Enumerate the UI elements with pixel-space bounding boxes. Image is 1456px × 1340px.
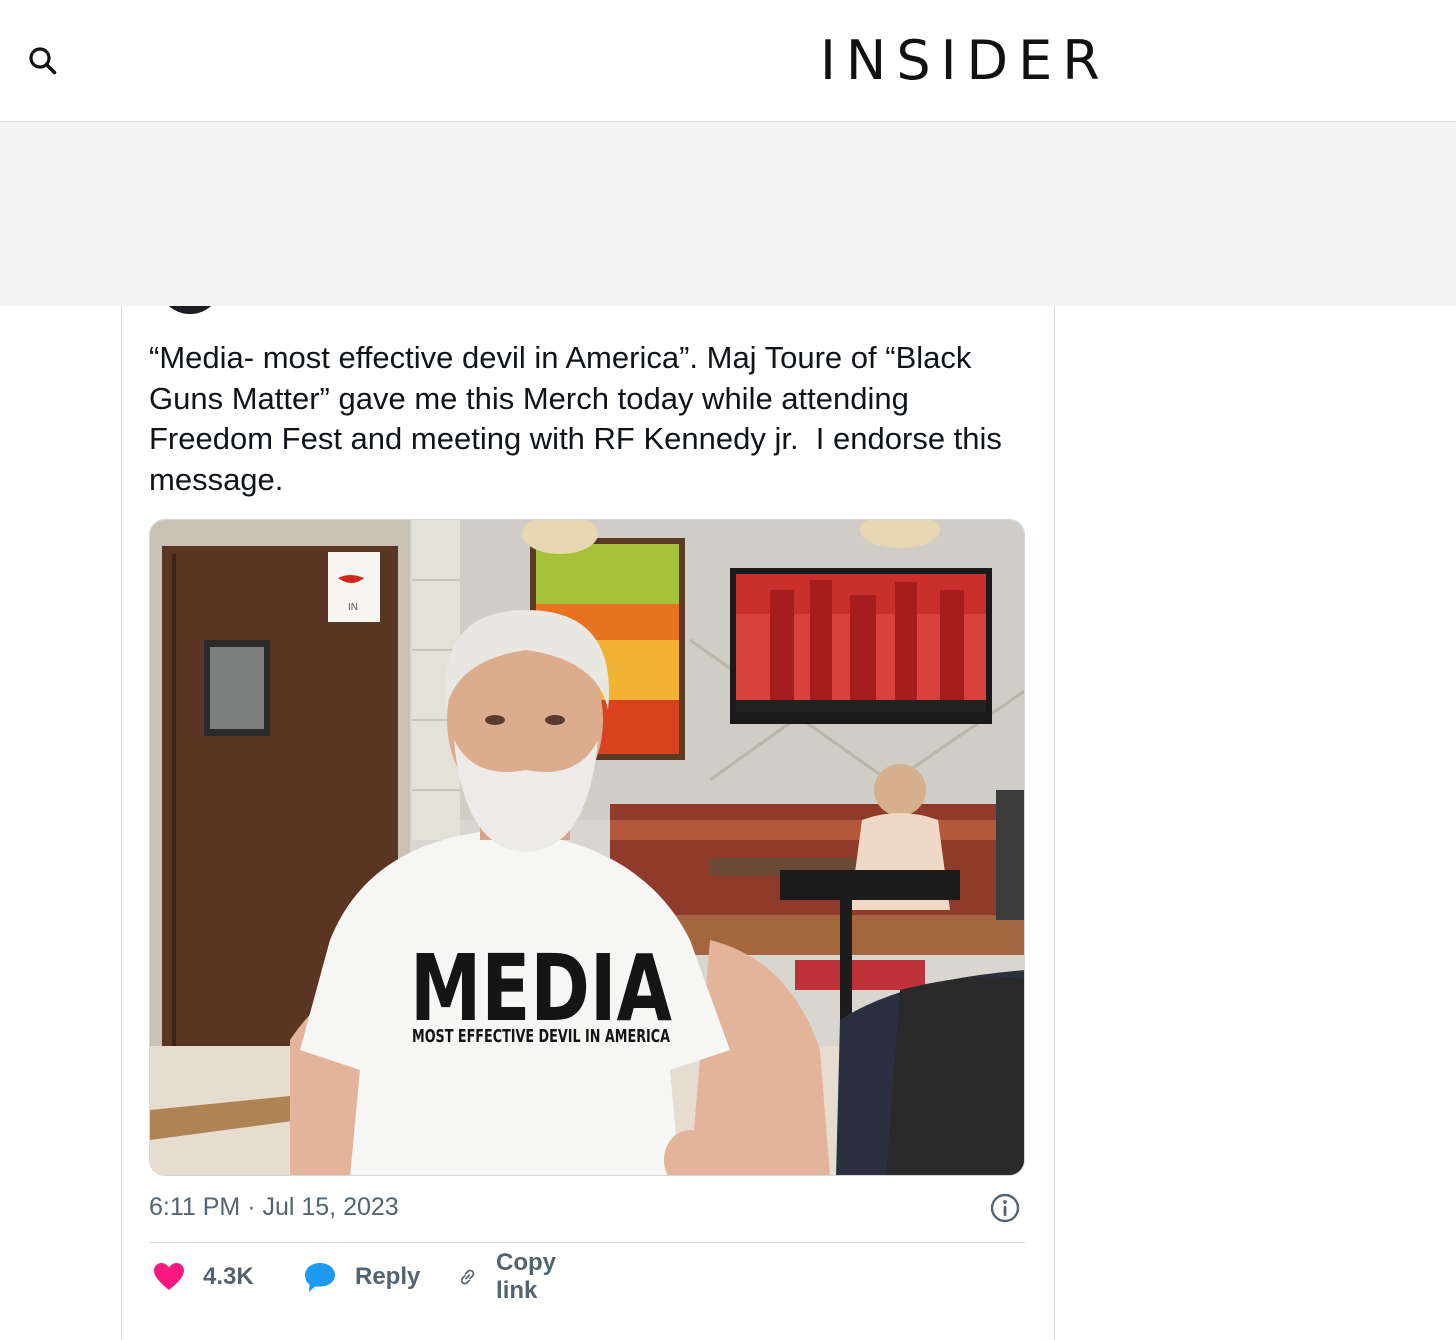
info-icon <box>990 1193 1020 1223</box>
heart-icon <box>154 1263 184 1290</box>
tweet-text: “Media- most effective devil in America”… <box>149 340 1011 497</box>
reply-button[interactable]: Reply <box>303 1256 420 1298</box>
search-button[interactable] <box>26 44 60 78</box>
tweet-photo-image: IN MEDIA MOST EFFECTIVE DEVIL IN AMERICA <box>150 520 1024 1175</box>
copy-link-label: Copy link <box>496 1249 557 1304</box>
site-header: INSIDER <box>0 0 1456 122</box>
like-button[interactable]: 4.3K <box>153 1256 254 1298</box>
reply-bubble-icon <box>305 1263 335 1292</box>
shirt-text-sub: MOST EFFECTIVE DEVIL IN AMERICA <box>412 1026 670 1047</box>
ad-placeholder <box>0 122 1456 306</box>
info-button[interactable] <box>989 1192 1021 1224</box>
link-icon <box>460 1269 475 1285</box>
tweet-divider <box>149 1242 1025 1243</box>
tweet-timestamp[interactable]: 6:11 PM · Jul 15, 2023 <box>149 1193 399 1222</box>
door-sign-text: IN <box>348 602 358 613</box>
like-count: 4.3K <box>203 1263 254 1290</box>
search-icon <box>29 47 57 75</box>
reply-label: Reply <box>355 1263 421 1290</box>
tweet-photo[interactable]: IN MEDIA MOST EFFECTIVE DEVIL IN AMERICA <box>149 519 1025 1176</box>
site-logo[interactable]: INSIDER <box>820 30 1110 92</box>
copy-link-button[interactable]: Copy link <box>457 1249 567 1304</box>
